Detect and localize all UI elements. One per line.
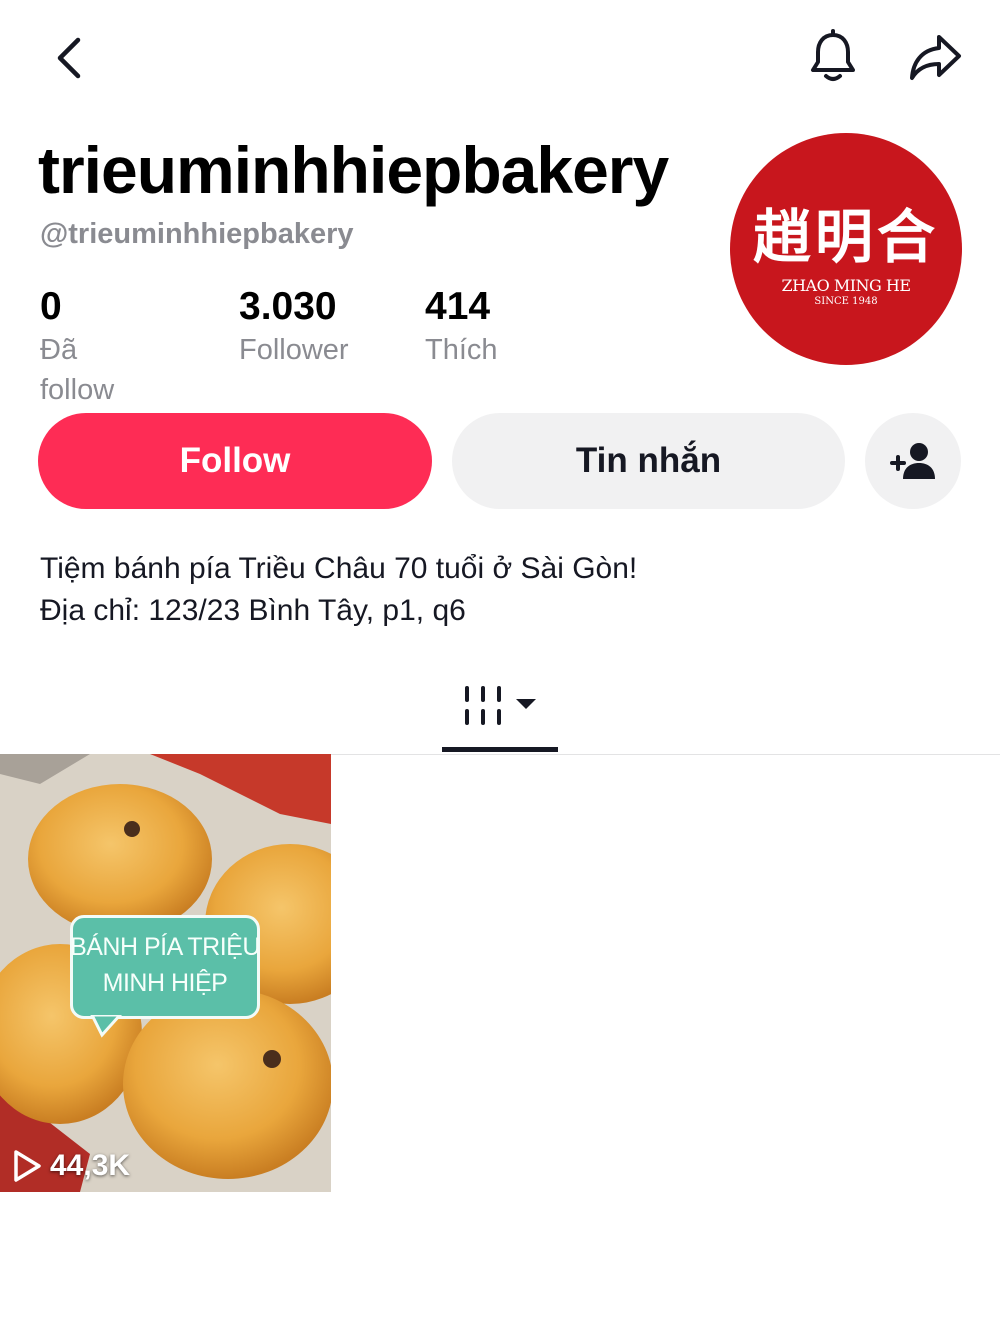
caption-line-1: BÁNH PÍA TRIỆU [70, 933, 260, 961]
stat-following[interactable]: 0 Đã follow [40, 284, 114, 410]
stat-likes-value: 414 [425, 285, 491, 328]
caption-text: BÁNH PÍA TRIỆU MINH HIỆP [70, 929, 260, 1001]
bio-line-1: Tiệm bánh pía Triều Châu 70 tuổi ở Sài G… [40, 552, 638, 585]
stat-following-label: Đã follow [40, 334, 115, 406]
message-button[interactable]: Tin nhắn [452, 413, 845, 509]
play-icon [14, 1150, 41, 1182]
notification-bell-button[interactable] [800, 24, 866, 90]
stat-likes-label: Thích [425, 334, 498, 366]
profile-handle: @trieuminhhiepbakery [40, 218, 354, 250]
stat-likes[interactable]: 414 Thích [425, 284, 498, 370]
tab-active-indicator [442, 747, 558, 752]
chevron-left-icon [57, 37, 81, 79]
profile-username: trieuminhhiepbakery [38, 133, 669, 207]
top-bar [0, 0, 1000, 110]
grid-icon [465, 686, 501, 725]
add-user-icon [890, 443, 935, 479]
caption-line-2: MINH HIỆP [102, 969, 228, 997]
avatar[interactable]: 趙明合 ZHAO MING HE SINCE 1948 [730, 133, 962, 365]
caption-tail [90, 1015, 123, 1038]
tab-videos[interactable] [442, 660, 558, 752]
share-arrow-icon [910, 35, 961, 80]
stat-following-value: 0 [40, 285, 62, 328]
avatar-logo-since: SINCE 1948 [814, 296, 878, 307]
back-button[interactable] [40, 28, 100, 88]
avatar-logo-chinese: 趙明合 [752, 203, 939, 271]
stat-followers-value: 3.030 [239, 285, 337, 328]
video-view-count: 44,3K [12, 1146, 130, 1186]
follow-button[interactable]: Follow [38, 413, 432, 509]
profile-bio: Tiệm bánh pía Triều Châu 70 tuổi ở Sài G… [40, 548, 637, 632]
view-count-text: 44,3K [50, 1149, 131, 1182]
video-caption-bubble: BÁNH PÍA TRIỆU MINH HIỆP [70, 915, 260, 1038]
stat-followers-label: Follower [239, 334, 349, 366]
avatar-logo-english: ZHAO MING HE [781, 276, 911, 295]
bell-icon [811, 29, 855, 81]
caret-down-icon [516, 699, 536, 709]
bio-line-2: Địa chỉ: 123/23 Bình Tây, p1, q6 [40, 594, 466, 627]
share-button[interactable] [900, 24, 970, 90]
content-tabs [0, 660, 1000, 755]
stat-followers[interactable]: 3.030 Follower [239, 284, 349, 370]
add-friend-button[interactable] [865, 413, 961, 509]
